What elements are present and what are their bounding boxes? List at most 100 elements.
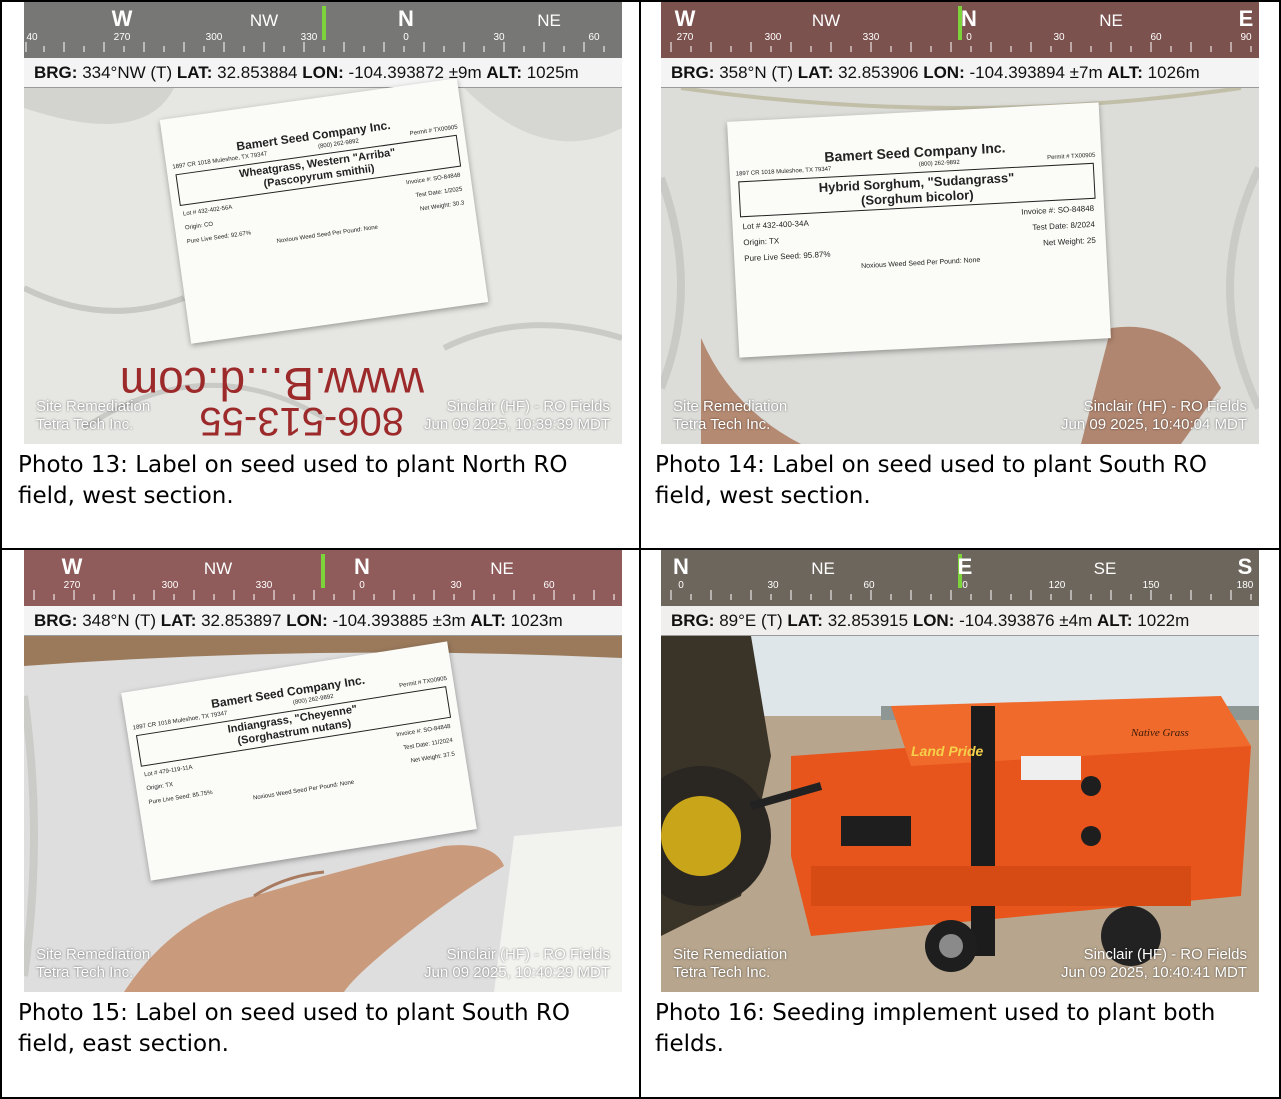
bearing-value: 348°N (T) [82, 611, 157, 630]
compass-label: E [1239, 6, 1254, 31]
compass-label: 30 [1053, 32, 1065, 43]
compass-label: NE [537, 11, 561, 30]
compass-label: E [958, 554, 973, 579]
compass-scale: W 270 300 NW 330 N 0 30 NE 60 [33, 554, 615, 600]
bearing-value: 358°N (T) [719, 63, 794, 82]
watermark-right: Sinclair (HF) - RO Fields Jun 09 2025, 1… [1061, 398, 1247, 433]
compass-ticks [670, 590, 1252, 600]
photo-scene: Land Pride Native Grass Site Remediation… [661, 636, 1259, 992]
latitude-value: 32.853915 [827, 611, 909, 630]
longitude-value: -104.393885 ±3m [332, 611, 466, 630]
watermark-right: Sinclair (HF) - RO Fields Jun 09 2025, 1… [424, 398, 610, 433]
watermark-left: Site Remediation Tetra Tech Inc. [36, 946, 151, 981]
compass-label: NW [250, 11, 278, 30]
compass-strip: N 0 30 NE 60 E 0 120 SE 150 S 180 [661, 550, 1259, 606]
photo-caption: Photo 16: Seeding implement used to plan… [655, 1000, 1216, 1057]
compass-label: 30 [493, 32, 505, 43]
seed-label: Bamert Seed Company Inc. 1897 CR 1018 Mu… [159, 78, 489, 344]
longitude-value: -104.393872 ±9m [348, 63, 482, 82]
photo-cell-13: W 270 300 NW 330 N 0 30 NE 60 40 BRG: 33… [2, 2, 639, 548]
compass-label: SE [1094, 559, 1117, 578]
photo-caption: Photo 15: Label on seed used to plant So… [18, 1000, 571, 1057]
compass-label: 120 [1049, 580, 1066, 591]
svg-text:806-513-55: 806-513-55 [199, 399, 404, 443]
latitude-value: 32.853897 [201, 611, 282, 630]
compass-label: 270 [114, 32, 131, 43]
compass-strip: W 270 300 NW 330 N 0 30 NE 60 [24, 550, 622, 606]
compass-label: 0 [966, 32, 972, 43]
geo-readout: BRG: 358°N (T) LAT: 32.853906 LON: -104.… [661, 58, 1259, 88]
geo-readout: BRG: 89°E (T) LAT: 32.853915 LON: -104.3… [661, 606, 1259, 636]
longitude-value: -104.393894 ±7m [969, 63, 1103, 82]
compass-strip: W 270 300 NW 330 N 0 30 NE 60 E 90 [661, 2, 1259, 58]
compass-label: 270 [64, 580, 81, 591]
compass-label: 30 [450, 580, 462, 591]
compass-label: 0 [359, 580, 365, 591]
compass-label: NW [204, 559, 232, 578]
compass-ticks [33, 590, 615, 600]
watermark-left: Site Remediation Tetra Tech Inc. [36, 398, 151, 433]
compass-label: NE [1099, 11, 1123, 30]
compass-label: 60 [588, 32, 600, 43]
compass-label: 270 [677, 32, 694, 43]
photo-scene: www.B...d.com 806-513-55 Bamert Seed Com… [24, 78, 622, 444]
photo-scene: Bamert Seed Company Inc. 1897 CR 1018 Mu… [24, 636, 622, 992]
photo-caption: Photo 14: Label on seed used to plant So… [655, 452, 1208, 509]
heading-marker [322, 6, 326, 40]
compass-scale: W 270 300 NW 330 N 0 30 NE 60 E 90 [670, 6, 1254, 52]
compass-ticks [670, 42, 1252, 52]
bearing-value: 89°E (T) [719, 611, 783, 630]
geo-readout: BRG: 334°NW (T) LAT: 32.853884 LON: -104… [24, 58, 622, 88]
photo-16: N 0 30 NE 60 E 0 120 SE 150 S 180 BRG: 8… [661, 550, 1259, 992]
watermark-left: Site Remediation Tetra Tech Inc. [673, 398, 788, 433]
compass-label: 30 [767, 580, 779, 591]
decal-text: Native Grass [1130, 727, 1189, 739]
compass-label: 300 [162, 580, 179, 591]
photo-log-table: W 270 300 NW 330 N 0 30 NE 60 40 BRG: 33… [0, 0, 1281, 1099]
heading-marker [321, 554, 325, 588]
compass-label: NE [490, 559, 514, 578]
compass-label: 0 [403, 32, 409, 43]
compass-label: S [1238, 554, 1253, 579]
compass-label: 60 [543, 580, 555, 591]
compass-label: NE [811, 559, 835, 578]
compass-label: 150 [1143, 580, 1160, 591]
altitude-value: 1026m [1147, 63, 1200, 82]
compass-label: N [354, 554, 370, 579]
bearing-value: 334°NW (T) [82, 63, 173, 82]
compass-strip: W 270 300 NW 330 N 0 30 NE 60 40 [24, 2, 622, 58]
photo-cell-16: N 0 30 NE 60 E 0 120 SE 150 S 180 BRG: 8… [641, 550, 1279, 1097]
compass-label: W [112, 6, 133, 31]
compass-label: 60 [1150, 32, 1162, 43]
longitude-value: -104.393876 ±4m [959, 611, 1093, 630]
compass-label: NW [812, 11, 840, 30]
compass-label: 0 [678, 580, 684, 591]
compass-label: 330 [256, 580, 273, 591]
compass-label: 0 [962, 580, 968, 591]
latitude-value: 32.853884 [217, 63, 298, 82]
compass-label: 180 [1237, 580, 1254, 591]
compass-label: N [673, 554, 689, 579]
compass-label: 300 [206, 32, 223, 43]
compass-label: 300 [765, 32, 782, 43]
altitude-value: 1025m [526, 63, 579, 82]
geo-readout: BRG: 348°N (T) LAT: 32.853897 LON: -104.… [24, 606, 622, 636]
compass-label: W [675, 6, 696, 31]
latitude-value: 32.853906 [838, 63, 919, 82]
photo-15: W 270 300 NW 330 N 0 30 NE 60 BRG: 348°N… [24, 550, 622, 992]
altitude-value: 1023m [510, 611, 563, 630]
compass-label: W [62, 554, 83, 579]
compass-label: 40 [26, 32, 38, 43]
compass-label: 330 [301, 32, 318, 43]
compass-label: 90 [1240, 32, 1252, 43]
watermark-right: Sinclair (HF) - RO Fields Jun 09 2025, 1… [424, 946, 610, 981]
photo-14: W 270 300 NW 330 N 0 30 NE 60 E 90 BRG: … [661, 2, 1259, 444]
brand-logo-text: Land Pride [911, 743, 984, 759]
compass-label: N [398, 6, 414, 31]
compass-label: 330 [863, 32, 880, 43]
photo-cell-15: W 270 300 NW 330 N 0 30 NE 60 BRG: 348°N… [2, 550, 639, 1097]
watermark-left: Site Remediation Tetra Tech Inc. [673, 946, 788, 981]
seed-label: Bamert Seed Company Inc. 1897 CR 1018 Mu… [727, 102, 1111, 358]
compass-scale: N 0 30 NE 60 E 0 120 SE 150 S 180 [670, 554, 1254, 600]
seeder-image: Land Pride Native Grass [661, 636, 1259, 992]
